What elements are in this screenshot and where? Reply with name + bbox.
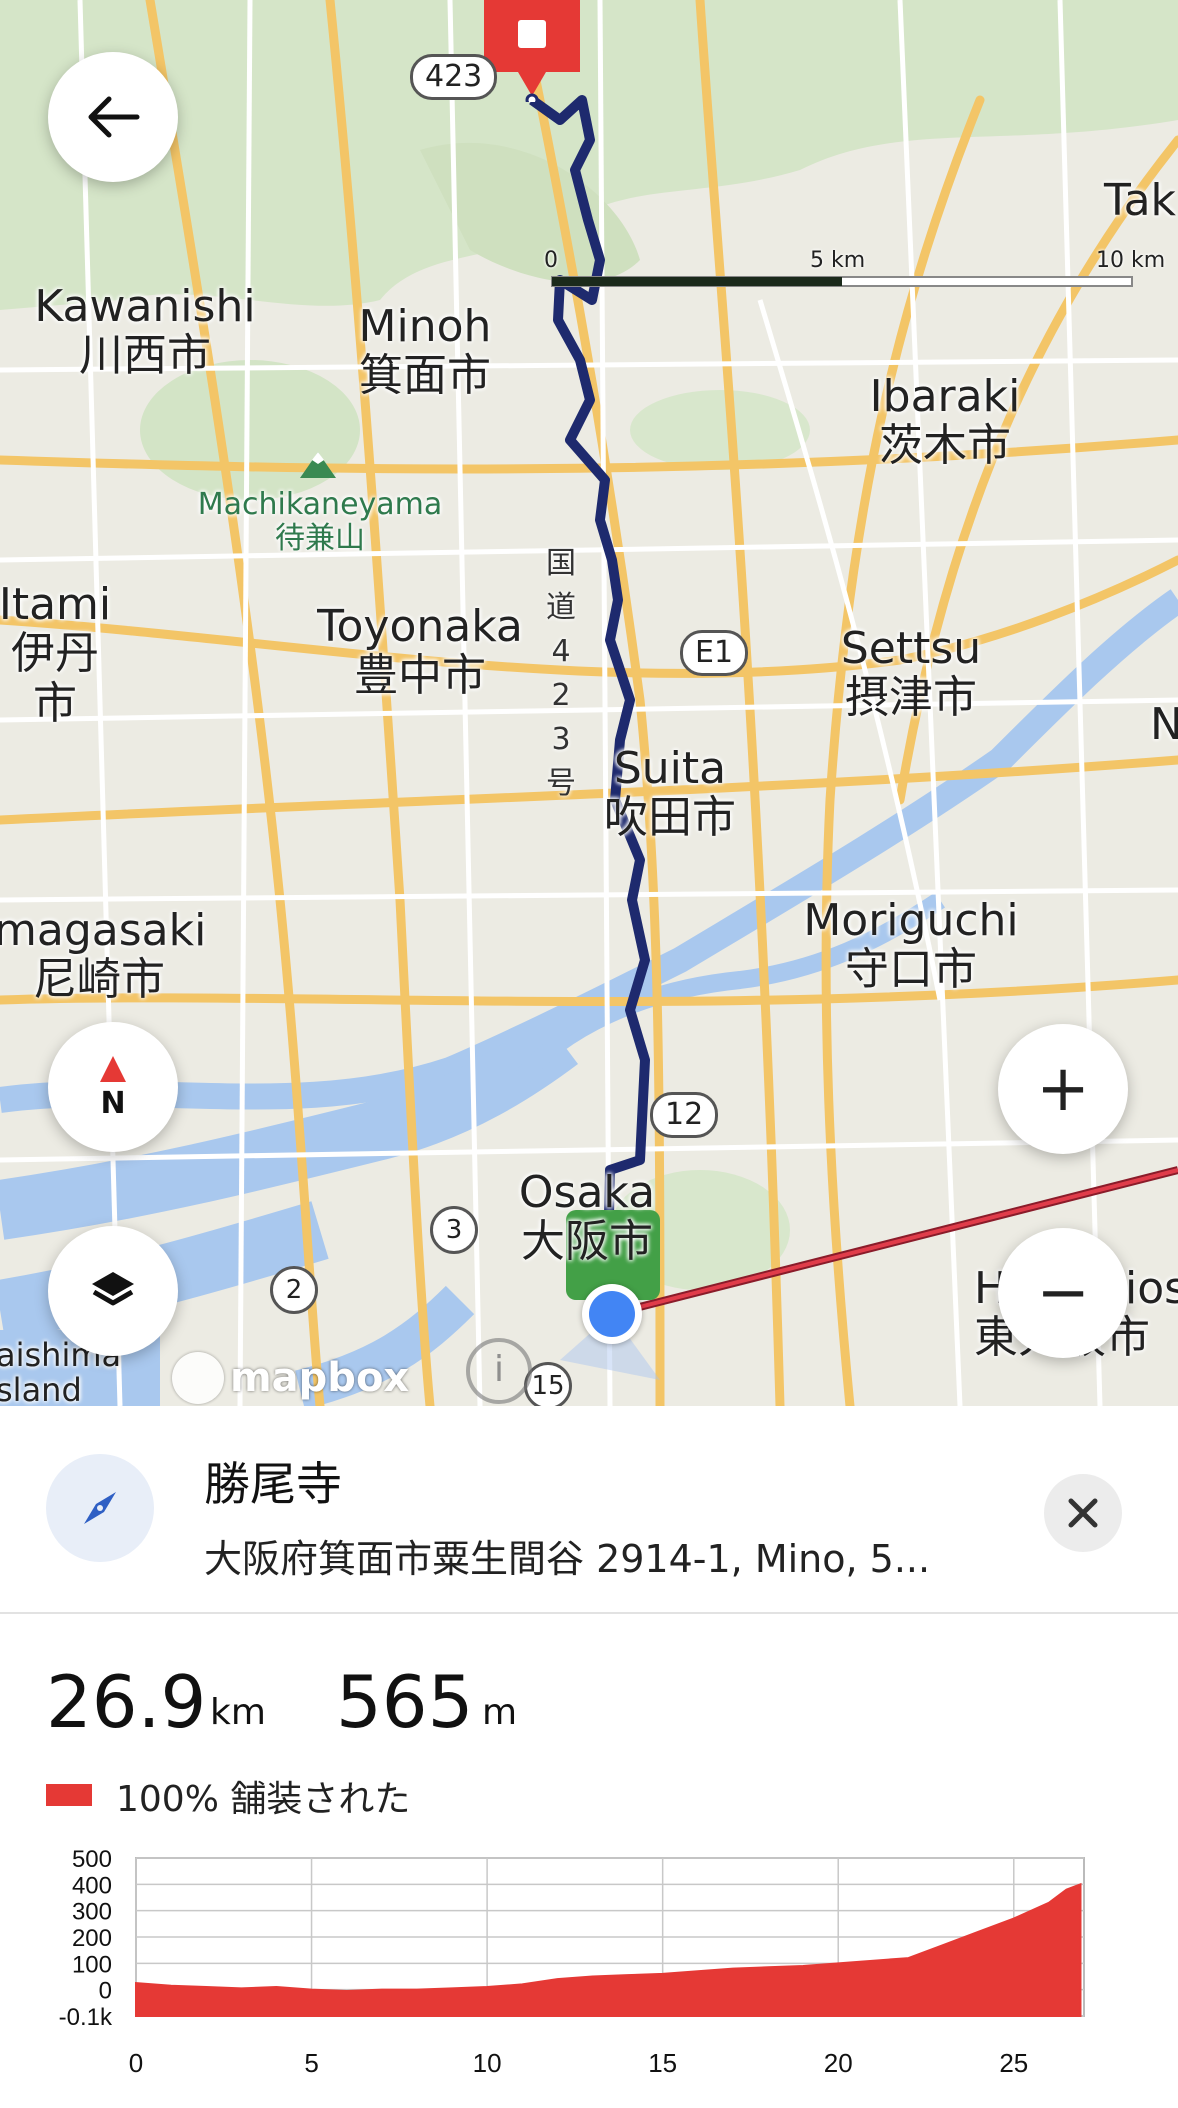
city-label-kawanishi: Kawanishi 川西市 bbox=[34, 281, 256, 382]
y-tick-label: 500 bbox=[72, 1846, 112, 1873]
x-tick-label: 25 bbox=[999, 2048, 1028, 2078]
city-label-takatsuki: Tak bbox=[1104, 175, 1177, 226]
road-shield-e1: E1 bbox=[680, 630, 749, 676]
elevation-gain-unit: m bbox=[482, 1692, 518, 1733]
mapbox-logo-icon bbox=[172, 1352, 224, 1404]
layers-button[interactable] bbox=[48, 1226, 178, 1356]
city-label-itami: Itami 伊丹市 bbox=[0, 579, 112, 729]
city-label-settsu: Settsu 摂津市 bbox=[840, 623, 982, 724]
road-label-route-423: 国道 42 3号 bbox=[546, 546, 576, 801]
city-label-amagasaki: magasaki 尼崎市 bbox=[0, 905, 207, 1006]
y-tick-label: 300 bbox=[72, 1899, 112, 1926]
compass-icon bbox=[84, 1492, 116, 1524]
close-icon bbox=[1068, 1498, 1098, 1528]
zoom-in-button[interactable]: + bbox=[998, 1024, 1128, 1154]
destination-title: 勝尾寺 bbox=[204, 1457, 342, 1511]
road-shield-423: 423 bbox=[410, 54, 498, 100]
city-label-partial-n: N bbox=[1150, 699, 1178, 750]
road-shield-12: 12 bbox=[650, 1092, 719, 1138]
destination-pin[interactable] bbox=[484, 0, 580, 107]
road-shield-3: 3 bbox=[430, 1206, 478, 1254]
y-tick-label: 400 bbox=[72, 1872, 112, 1899]
road-shield-2: 2 bbox=[270, 1266, 318, 1314]
city-label-minoh: Minoh 箕面市 bbox=[358, 301, 492, 402]
minus-icon: − bbox=[1036, 1256, 1090, 1330]
layers-icon bbox=[92, 1272, 134, 1306]
north-arrow-icon bbox=[100, 1055, 126, 1082]
city-label-moriguchi: Moriguchi 守口市 bbox=[803, 895, 1019, 996]
y-tick-label: -0.1k bbox=[59, 2004, 113, 2031]
mapbox-wordmark: mapbox bbox=[230, 1355, 410, 1401]
y-tick-label: 0 bbox=[99, 1978, 112, 2005]
elevation-chart-svg: 5004003002001000-0.1k0 5 10 15 20 25 bbox=[59, 1846, 1085, 2078]
city-label-osaka: Osaka 大阪市 bbox=[518, 1167, 656, 1268]
y-tick-label: 200 bbox=[72, 1925, 112, 1952]
arrow-left-icon bbox=[88, 96, 140, 138]
x-tick-label: 15 bbox=[648, 2048, 677, 2078]
info-icon[interactable]: i bbox=[466, 1338, 532, 1404]
close-button[interactable] bbox=[1044, 1474, 1122, 1552]
city-label-toyonaka: Toyonaka 豊中市 bbox=[317, 601, 523, 702]
x-tick-label: 5 bbox=[304, 2048, 318, 2078]
destination-panel: 勝尾寺 大阪府箕面市粟生間谷 2914-1, Mino, 5... bbox=[0, 1406, 1178, 1614]
compass-label: N bbox=[100, 1085, 126, 1121]
map-view[interactable]: Kawanishi 川西市 Minoh 箕面市 Ibaraki 茨木市 Itami 伊丹… bbox=[0, 0, 1178, 1406]
distance-value: 26.9 bbox=[46, 1660, 207, 1744]
surface-legend-swatch bbox=[46, 1784, 92, 1806]
scale-label-mid: 5 km bbox=[810, 248, 866, 273]
destination-address: 大阪府箕面市粟生間谷 2914-1, Mino, 5... bbox=[204, 1537, 931, 1581]
current-location-dot bbox=[582, 1284, 642, 1344]
destination-icon-circle bbox=[46, 1454, 154, 1562]
x-tick-label: 10 bbox=[473, 2048, 502, 2078]
x-tick-label: 20 bbox=[824, 2048, 853, 2078]
plus-icon: + bbox=[1036, 1052, 1090, 1126]
compass-north-button[interactable]: N bbox=[48, 1022, 178, 1152]
zoom-out-button[interactable]: − bbox=[998, 1228, 1128, 1358]
elevation-chart: 500 400 300 200 100 0 -0.1k 0 5 10 15 20 25 bbox=[0, 1830, 1178, 2104]
mapbox-logo[interactable]: mapbox bbox=[172, 1352, 409, 1404]
x-tick-label: 0 bbox=[129, 2048, 143, 2078]
city-label-suita: Suita 吹田市 bbox=[604, 743, 736, 844]
back-button[interactable] bbox=[48, 52, 178, 182]
mountain-label-machikaneyama: Machikaneyama 待兼山 bbox=[197, 487, 443, 556]
scale-label-zero: 0 bbox=[544, 248, 558, 273]
distance-unit: km bbox=[210, 1692, 266, 1733]
elevation-gain-value: 565 bbox=[336, 1660, 474, 1744]
y-tick-label: 100 bbox=[72, 1951, 112, 1978]
city-label-ibaraki: Ibaraki 茨木市 bbox=[869, 371, 1021, 472]
scale-label-max: 10 km bbox=[1096, 248, 1166, 273]
surface-legend-text: 100% 舗装された bbox=[116, 1779, 411, 1820]
